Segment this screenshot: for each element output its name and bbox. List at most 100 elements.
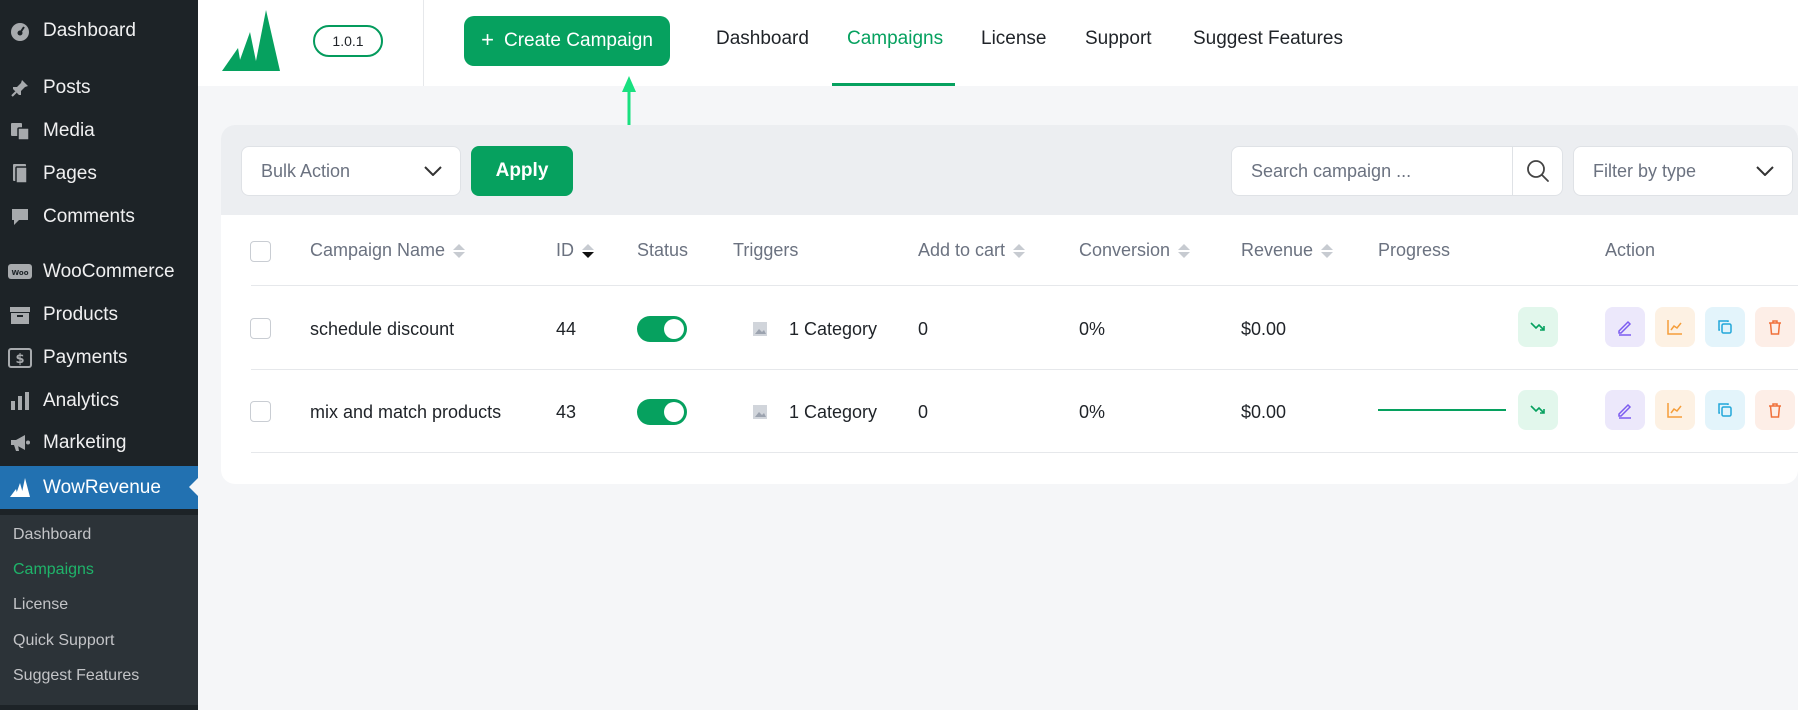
trend-button[interactable] bbox=[1518, 390, 1558, 430]
edit-button[interactable] bbox=[1605, 390, 1645, 430]
sidebar-item-comments[interactable]: Comments bbox=[0, 197, 198, 237]
line-chart-icon bbox=[1667, 403, 1682, 418]
submenu-item-quick-support[interactable]: Quick Support bbox=[13, 632, 114, 650]
col-conversion[interactable]: Conversion bbox=[1079, 240, 1191, 261]
sidebar-item-pages[interactable]: Pages bbox=[0, 154, 198, 194]
sort-icon bbox=[453, 243, 466, 258]
delete-button[interactable] bbox=[1755, 307, 1795, 347]
woo-icon: Woo bbox=[8, 260, 32, 284]
tab-suggest-features[interactable]: Suggest Features bbox=[1193, 28, 1343, 50]
svg-text:Woo: Woo bbox=[11, 269, 28, 277]
line-chart-icon bbox=[1667, 320, 1682, 335]
submenu-item-suggest-features[interactable]: Suggest Features bbox=[13, 667, 139, 685]
sidebar-item-label: Media bbox=[43, 120, 95, 141]
tab-support[interactable]: Support bbox=[1085, 28, 1152, 50]
sort-icon bbox=[1013, 243, 1026, 258]
status-toggle[interactable] bbox=[637, 399, 687, 425]
col-campaign-name[interactable]: Campaign Name bbox=[310, 240, 466, 261]
col-id[interactable]: ID bbox=[556, 240, 594, 261]
sidebar-item-label: WowRevenue bbox=[43, 476, 161, 498]
tab-campaigns[interactable]: Campaigns bbox=[847, 28, 943, 50]
header-divider bbox=[423, 0, 424, 86]
trending-down-icon bbox=[1530, 322, 1545, 331]
image-placeholder-icon bbox=[753, 405, 767, 419]
archive-icon bbox=[8, 303, 32, 327]
wowrevenue-icon bbox=[8, 476, 32, 500]
col-progress: Progress bbox=[1378, 240, 1450, 261]
campaign-id: 44 bbox=[556, 319, 577, 339]
pin-icon bbox=[8, 76, 32, 100]
create-campaign-label: Create Campaign bbox=[503, 30, 653, 51]
sidebar-item-label: Comments bbox=[43, 206, 135, 227]
row-checkbox[interactable] bbox=[250, 318, 271, 339]
sort-icon bbox=[1178, 243, 1191, 258]
duplicate-button[interactable] bbox=[1705, 307, 1745, 347]
revenue-value: $0.00 bbox=[1241, 402, 1287, 422]
col-add-to-cart[interactable]: Add to cart bbox=[918, 240, 1026, 261]
dollar-icon: $ bbox=[8, 346, 32, 370]
plus-icon: + bbox=[481, 27, 494, 52]
pencil-icon bbox=[1618, 403, 1632, 419]
col-label: Revenue bbox=[1241, 240, 1314, 260]
trash-icon bbox=[1769, 320, 1781, 335]
conversion-value: 0% bbox=[1079, 319, 1106, 339]
bar-chart-icon bbox=[8, 389, 32, 413]
col-action: Action bbox=[1605, 240, 1655, 261]
wowrevenue-logo[interactable] bbox=[222, 10, 282, 77]
campaign-name[interactable]: schedule discount bbox=[310, 319, 454, 340]
status-toggle[interactable] bbox=[637, 316, 687, 342]
chevron-down-icon bbox=[1756, 166, 1774, 176]
trending-down-icon bbox=[1530, 405, 1545, 414]
search-input[interactable] bbox=[1232, 147, 1512, 195]
trigger-value: 1 Category bbox=[789, 319, 878, 339]
sort-icon bbox=[1321, 243, 1334, 258]
col-revenue[interactable]: Revenue bbox=[1241, 240, 1334, 261]
submenu-item-license[interactable]: License bbox=[13, 596, 68, 614]
col-label: ID bbox=[556, 240, 574, 260]
col-label: Action bbox=[1605, 240, 1656, 260]
sidebar-item-payments[interactable]: $ Payments bbox=[0, 338, 198, 378]
create-campaign-button[interactable]: + Create Campaign bbox=[464, 16, 670, 66]
wowrevenue-submenu: Dashboard Campaigns License Quick Suppor… bbox=[0, 515, 198, 705]
revenue-value: $0.00 bbox=[1241, 319, 1287, 339]
trend-button[interactable] bbox=[1518, 307, 1558, 347]
sidebar-item-label: Dashboard bbox=[43, 20, 136, 41]
sidebar-item-marketing[interactable]: Marketing bbox=[0, 423, 198, 463]
delete-button[interactable] bbox=[1755, 390, 1795, 430]
sidebar-item-wowrevenue[interactable]: WowRevenue bbox=[0, 466, 198, 509]
sidebar-item-posts[interactable]: Posts bbox=[0, 68, 198, 108]
edit-button[interactable] bbox=[1605, 307, 1645, 347]
analytics-button[interactable] bbox=[1655, 390, 1695, 430]
sidebar-item-woocommerce[interactable]: Woo WooCommerce bbox=[0, 252, 198, 292]
select-all-checkbox[interactable] bbox=[250, 241, 271, 262]
row-checkbox[interactable] bbox=[250, 401, 271, 422]
sidebar-item-label: Analytics bbox=[43, 390, 120, 411]
col-label: Add to cart bbox=[918, 240, 1006, 260]
tab-license[interactable]: License bbox=[981, 28, 1047, 50]
pages-icon bbox=[8, 162, 32, 186]
filter-type-select[interactable]: Filter by type bbox=[1573, 146, 1793, 196]
row-divider bbox=[251, 369, 1798, 370]
bulk-action-select[interactable]: Bulk Action bbox=[241, 146, 461, 196]
trigger-value: 1 Category bbox=[789, 402, 878, 422]
col-status: Status bbox=[637, 240, 688, 261]
sidebar-item-products[interactable]: Products bbox=[0, 295, 198, 335]
duplicate-button[interactable] bbox=[1705, 390, 1745, 430]
bulk-action-value: Bulk Action bbox=[261, 160, 351, 181]
col-label: Progress bbox=[1378, 240, 1451, 260]
submenu-item-campaigns[interactable]: Campaigns bbox=[13, 561, 94, 579]
campaign-name[interactable]: mix and match products bbox=[310, 402, 501, 423]
media-icon bbox=[8, 119, 32, 143]
sidebar-item-analytics[interactable]: Analytics bbox=[0, 381, 198, 421]
sidebar-item-dashboard[interactable]: Dashboard bbox=[0, 11, 198, 51]
apply-button[interactable]: Apply bbox=[471, 146, 573, 196]
submenu-item-dashboard[interactable]: Dashboard bbox=[13, 526, 91, 544]
sort-desc-icon bbox=[582, 243, 594, 258]
add-to-cart-value: 0 bbox=[918, 402, 929, 422]
search-button[interactable] bbox=[1512, 147, 1563, 195]
analytics-button[interactable] bbox=[1655, 307, 1695, 347]
col-triggers: Triggers bbox=[733, 240, 798, 261]
tab-dashboard[interactable]: Dashboard bbox=[716, 28, 809, 50]
chevron-down-icon bbox=[424, 166, 442, 176]
sidebar-item-media[interactable]: Media bbox=[0, 111, 198, 151]
